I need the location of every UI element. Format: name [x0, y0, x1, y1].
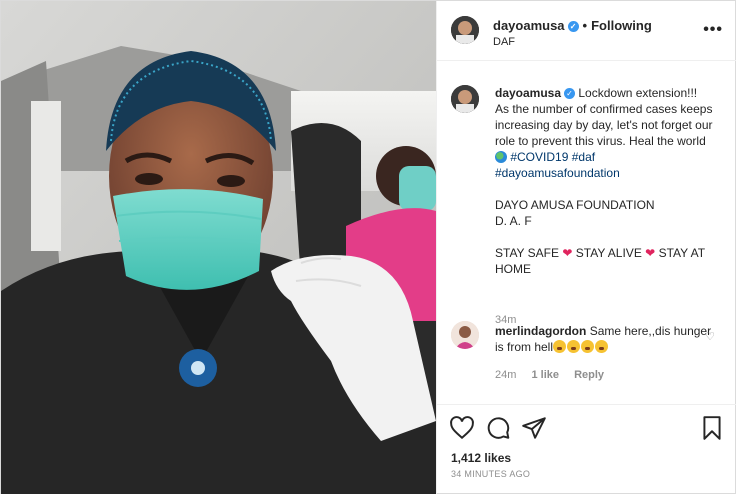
comment-bubble-icon[interactable] [485, 415, 511, 441]
like-heart-icon[interactable] [449, 415, 475, 441]
comment-meta: 24m 1 like Reply [495, 369, 616, 381]
hashtag-daf[interactable]: #daf [572, 150, 595, 164]
comment-time[interactable]: 24m [495, 369, 516, 381]
commenter-username[interactable]: merlindagordon [495, 324, 586, 338]
header-user-line: dayoamusa ✓ • Following [493, 18, 652, 33]
caption-username[interactable]: dayoamusa [495, 86, 561, 100]
scared-face-emoji-icon [581, 340, 595, 353]
author-username[interactable]: dayoamusa [493, 18, 565, 33]
scared-face-emoji-icon [595, 340, 609, 353]
post-photo-image [1, 1, 436, 494]
comment-likes[interactable]: 1 like [531, 369, 559, 381]
post-timestamp[interactable]: 34 minutes ago [451, 469, 530, 479]
scared-face-emoji-icon [567, 340, 581, 353]
red-heart-emoji-icon: ❤ [562, 246, 573, 260]
scared-face-emoji-icon [553, 340, 567, 353]
post-header: dayoamusa ✓ • Following DAF ••• [437, 1, 736, 61]
hashtag-covid19[interactable]: #COVID19 [510, 150, 568, 164]
more-dots-icon[interactable]: ••• [703, 21, 723, 39]
hashtag-dayoamusafoundation[interactable]: #dayoamusafoundation [495, 166, 620, 180]
following-button[interactable]: Following [591, 18, 652, 33]
save-bookmark-icon[interactable] [699, 415, 725, 441]
comments-area[interactable]: dayoamusa ✓ Lockdown extension!!! As the … [437, 62, 736, 404]
stay-safe-text: STAY SAFE [495, 246, 560, 260]
caption-avatar[interactable] [451, 85, 479, 113]
header-separator: • [582, 18, 588, 33]
caption-line1: Lockdown extension!!! [578, 86, 698, 100]
verified-badge-icon: ✓ [564, 88, 576, 99]
caption-line2: As the number of confirmed cases keeps i… [495, 102, 713, 148]
comment-text: merlindagordon Same here,,dis hunger is … [495, 323, 717, 355]
foundation-name: DAYO AMUSA FOUNDATION [495, 198, 655, 212]
reply-button[interactable]: Reply [574, 369, 604, 381]
foundation-abbr: D. A. F [495, 214, 532, 228]
author-avatar[interactable] [451, 16, 479, 44]
red-heart-emoji-icon: ❤ [645, 246, 656, 260]
commenter-avatar[interactable] [451, 321, 479, 349]
comment-like-heart-icon[interactable]: ♡ [705, 330, 715, 343]
verified-badge-icon: ✓ [567, 21, 579, 32]
stay-alive-text: STAY ALIVE [575, 246, 642, 260]
author-avatar-image [451, 16, 479, 44]
likes-count[interactable]: 1,412 likes [451, 451, 511, 465]
post-modal: dayoamusa ✓ • Following DAF ••• dayoamusa ✓ … [0, 0, 736, 494]
share-paper-plane-icon[interactable] [521, 415, 547, 441]
caption-avatar-image [451, 85, 479, 113]
caption-text: dayoamusa ✓ Lockdown extension!!! As the … [495, 85, 717, 277]
post-location[interactable]: DAF [493, 36, 515, 48]
post-side-panel: dayoamusa ✓ • Following DAF ••• dayoamusa ✓ … [436, 1, 736, 494]
post-actions: 1,412 likes [437, 404, 736, 494]
commenter-avatar-image [451, 321, 479, 349]
globe-emoji-icon [495, 151, 507, 163]
post-photo[interactable] [1, 1, 436, 494]
